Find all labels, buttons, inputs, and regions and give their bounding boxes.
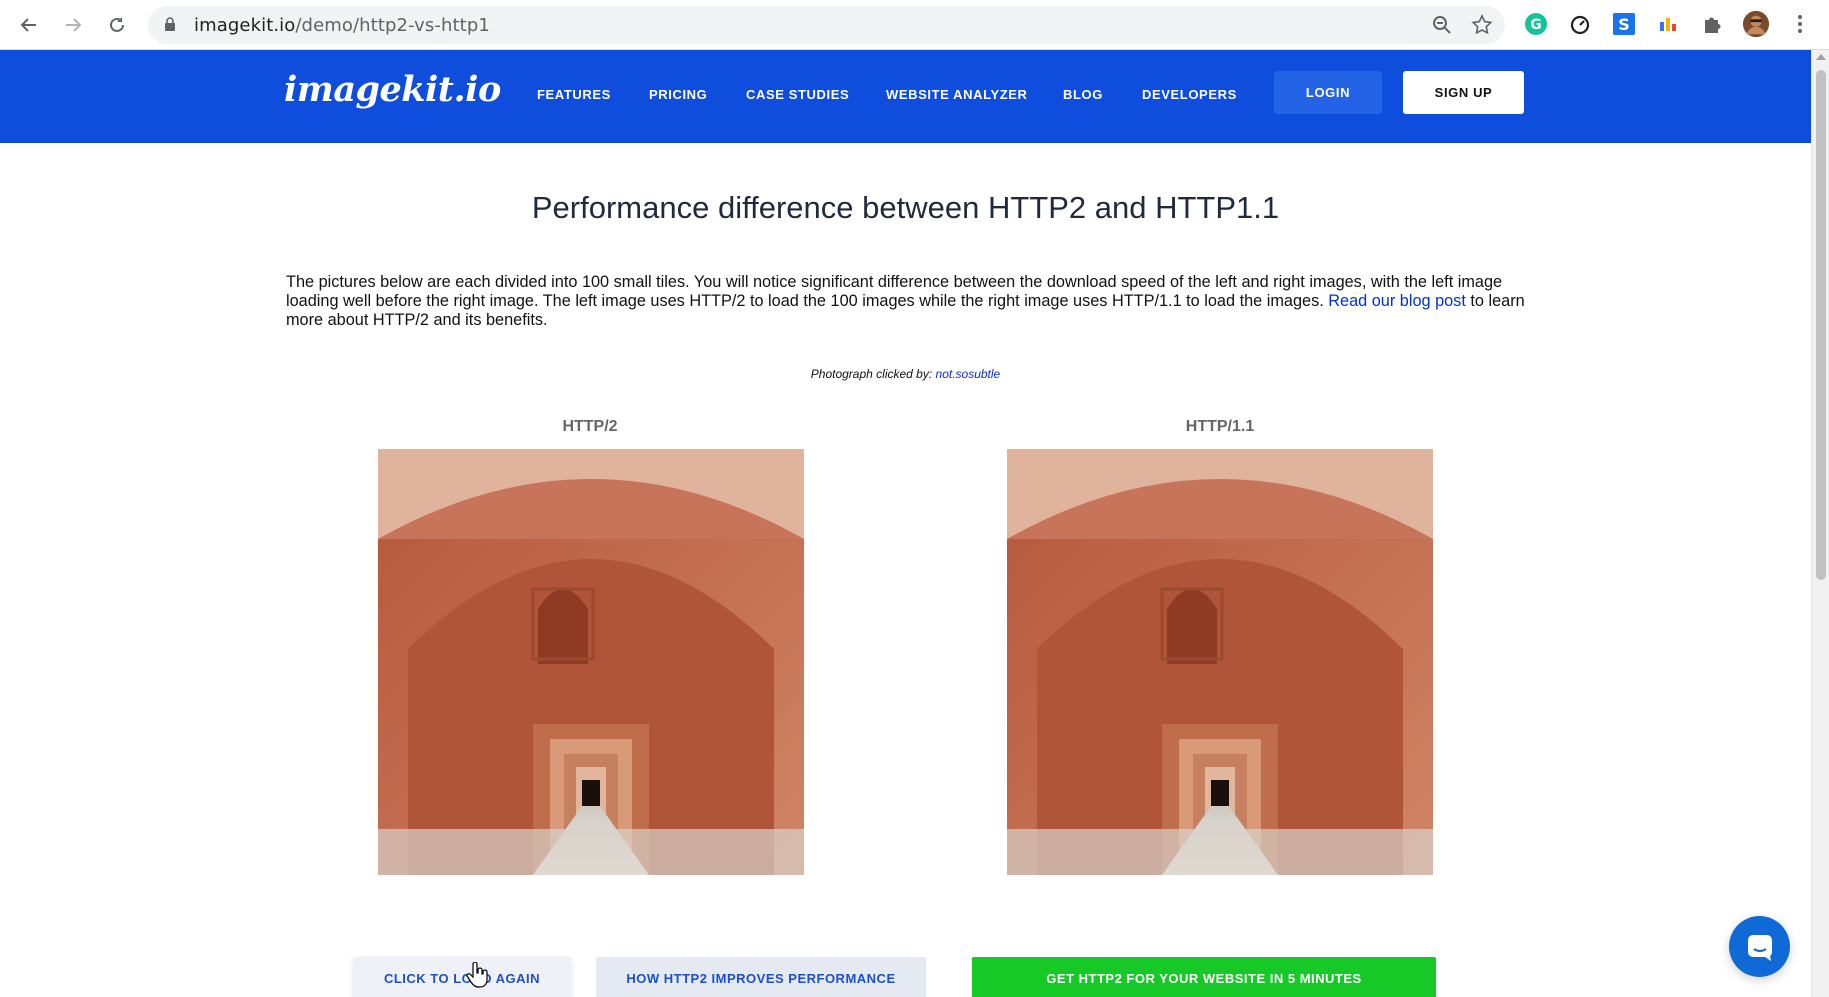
reload-icon[interactable] [100, 8, 134, 42]
url-text: imagekit.io/demo/http2-vs-http1 [194, 15, 490, 36]
timer-icon[interactable] [1566, 10, 1594, 38]
scroll-thumb[interactable] [1816, 70, 1826, 580]
intro-text: The pictures below are each divided into… [286, 273, 1503, 310]
s-extension-icon[interactable]: S [1610, 10, 1638, 38]
page-title: Performance difference between HTTP2 and… [531, 190, 1280, 225]
nav-blog[interactable]: BLOG [1063, 87, 1103, 102]
site-header: imagekit.io FEATURES PRICING CASE STUDIE… [0, 50, 1811, 143]
scroll-up-arrow-icon[interactable] [1816, 54, 1826, 60]
get-http2-button[interactable]: GET HTTP2 FOR YOUR WEBSITE IN 5 MINUTES [972, 957, 1436, 997]
login-button[interactable]: LOGIN [1274, 71, 1382, 114]
svg-text:S: S [1618, 15, 1630, 34]
back-icon[interactable] [12, 8, 46, 42]
http11-label: HTTP/1.1 [1185, 418, 1255, 435]
svg-text:G: G [1530, 17, 1542, 33]
zoom-icon[interactable] [1431, 14, 1453, 41]
nav-website-analyzer[interactable]: WEBSITE ANALYZER [886, 87, 1028, 102]
imagekit-logo[interactable]: imagekit.io [284, 69, 501, 110]
blog-post-link[interactable]: Read our blog post [1328, 292, 1466, 310]
nav-developers[interactable]: DEVELOPERS [1142, 87, 1237, 102]
http2-label: HTTP/2 [562, 418, 618, 435]
bars-extension-icon[interactable] [1654, 10, 1682, 38]
signup-button[interactable]: SIGN UP [1403, 71, 1524, 114]
photographer-link[interactable]: not.sosubtle [936, 367, 1001, 381]
puzzle-icon[interactable] [1698, 10, 1726, 38]
grammarly-icon[interactable]: G [1522, 10, 1550, 38]
address-bar[interactable]: imagekit.io/demo/http2-vs-http1 [148, 6, 1505, 44]
browser-toolbar: imagekit.io/demo/http2-vs-http1 G S [0, 0, 1829, 50]
nav-pricing[interactable]: PRICING [649, 87, 707, 102]
nav-case-studies[interactable]: CASE STUDIES [746, 87, 849, 102]
kebab-menu-icon[interactable] [1786, 10, 1814, 38]
intro-paragraph: The pictures below are each divided into… [286, 273, 1526, 330]
http11-image [1007, 449, 1433, 875]
profile-avatar[interactable] [1742, 10, 1770, 38]
forward-icon[interactable] [56, 8, 90, 42]
credit-prefix: Photograph clicked by: [810, 367, 936, 381]
lock-icon[interactable] [164, 17, 176, 37]
page-scrollbar[interactable] [1811, 50, 1829, 997]
hand-cursor-icon [466, 961, 488, 993]
photo-credit: Photograph clicked by: not.sosubtle [0, 367, 1811, 381]
load-again-button[interactable]: CLICK TO LOAD AGAIN [353, 957, 571, 997]
nav-features[interactable]: FEATURES [537, 87, 611, 102]
http2-image [378, 449, 804, 875]
chat-widget-icon[interactable] [1729, 916, 1790, 977]
how-http2-button[interactable]: HOW HTTP2 IMPROVES PERFORMANCE [596, 957, 926, 997]
star-icon[interactable] [1471, 14, 1493, 41]
